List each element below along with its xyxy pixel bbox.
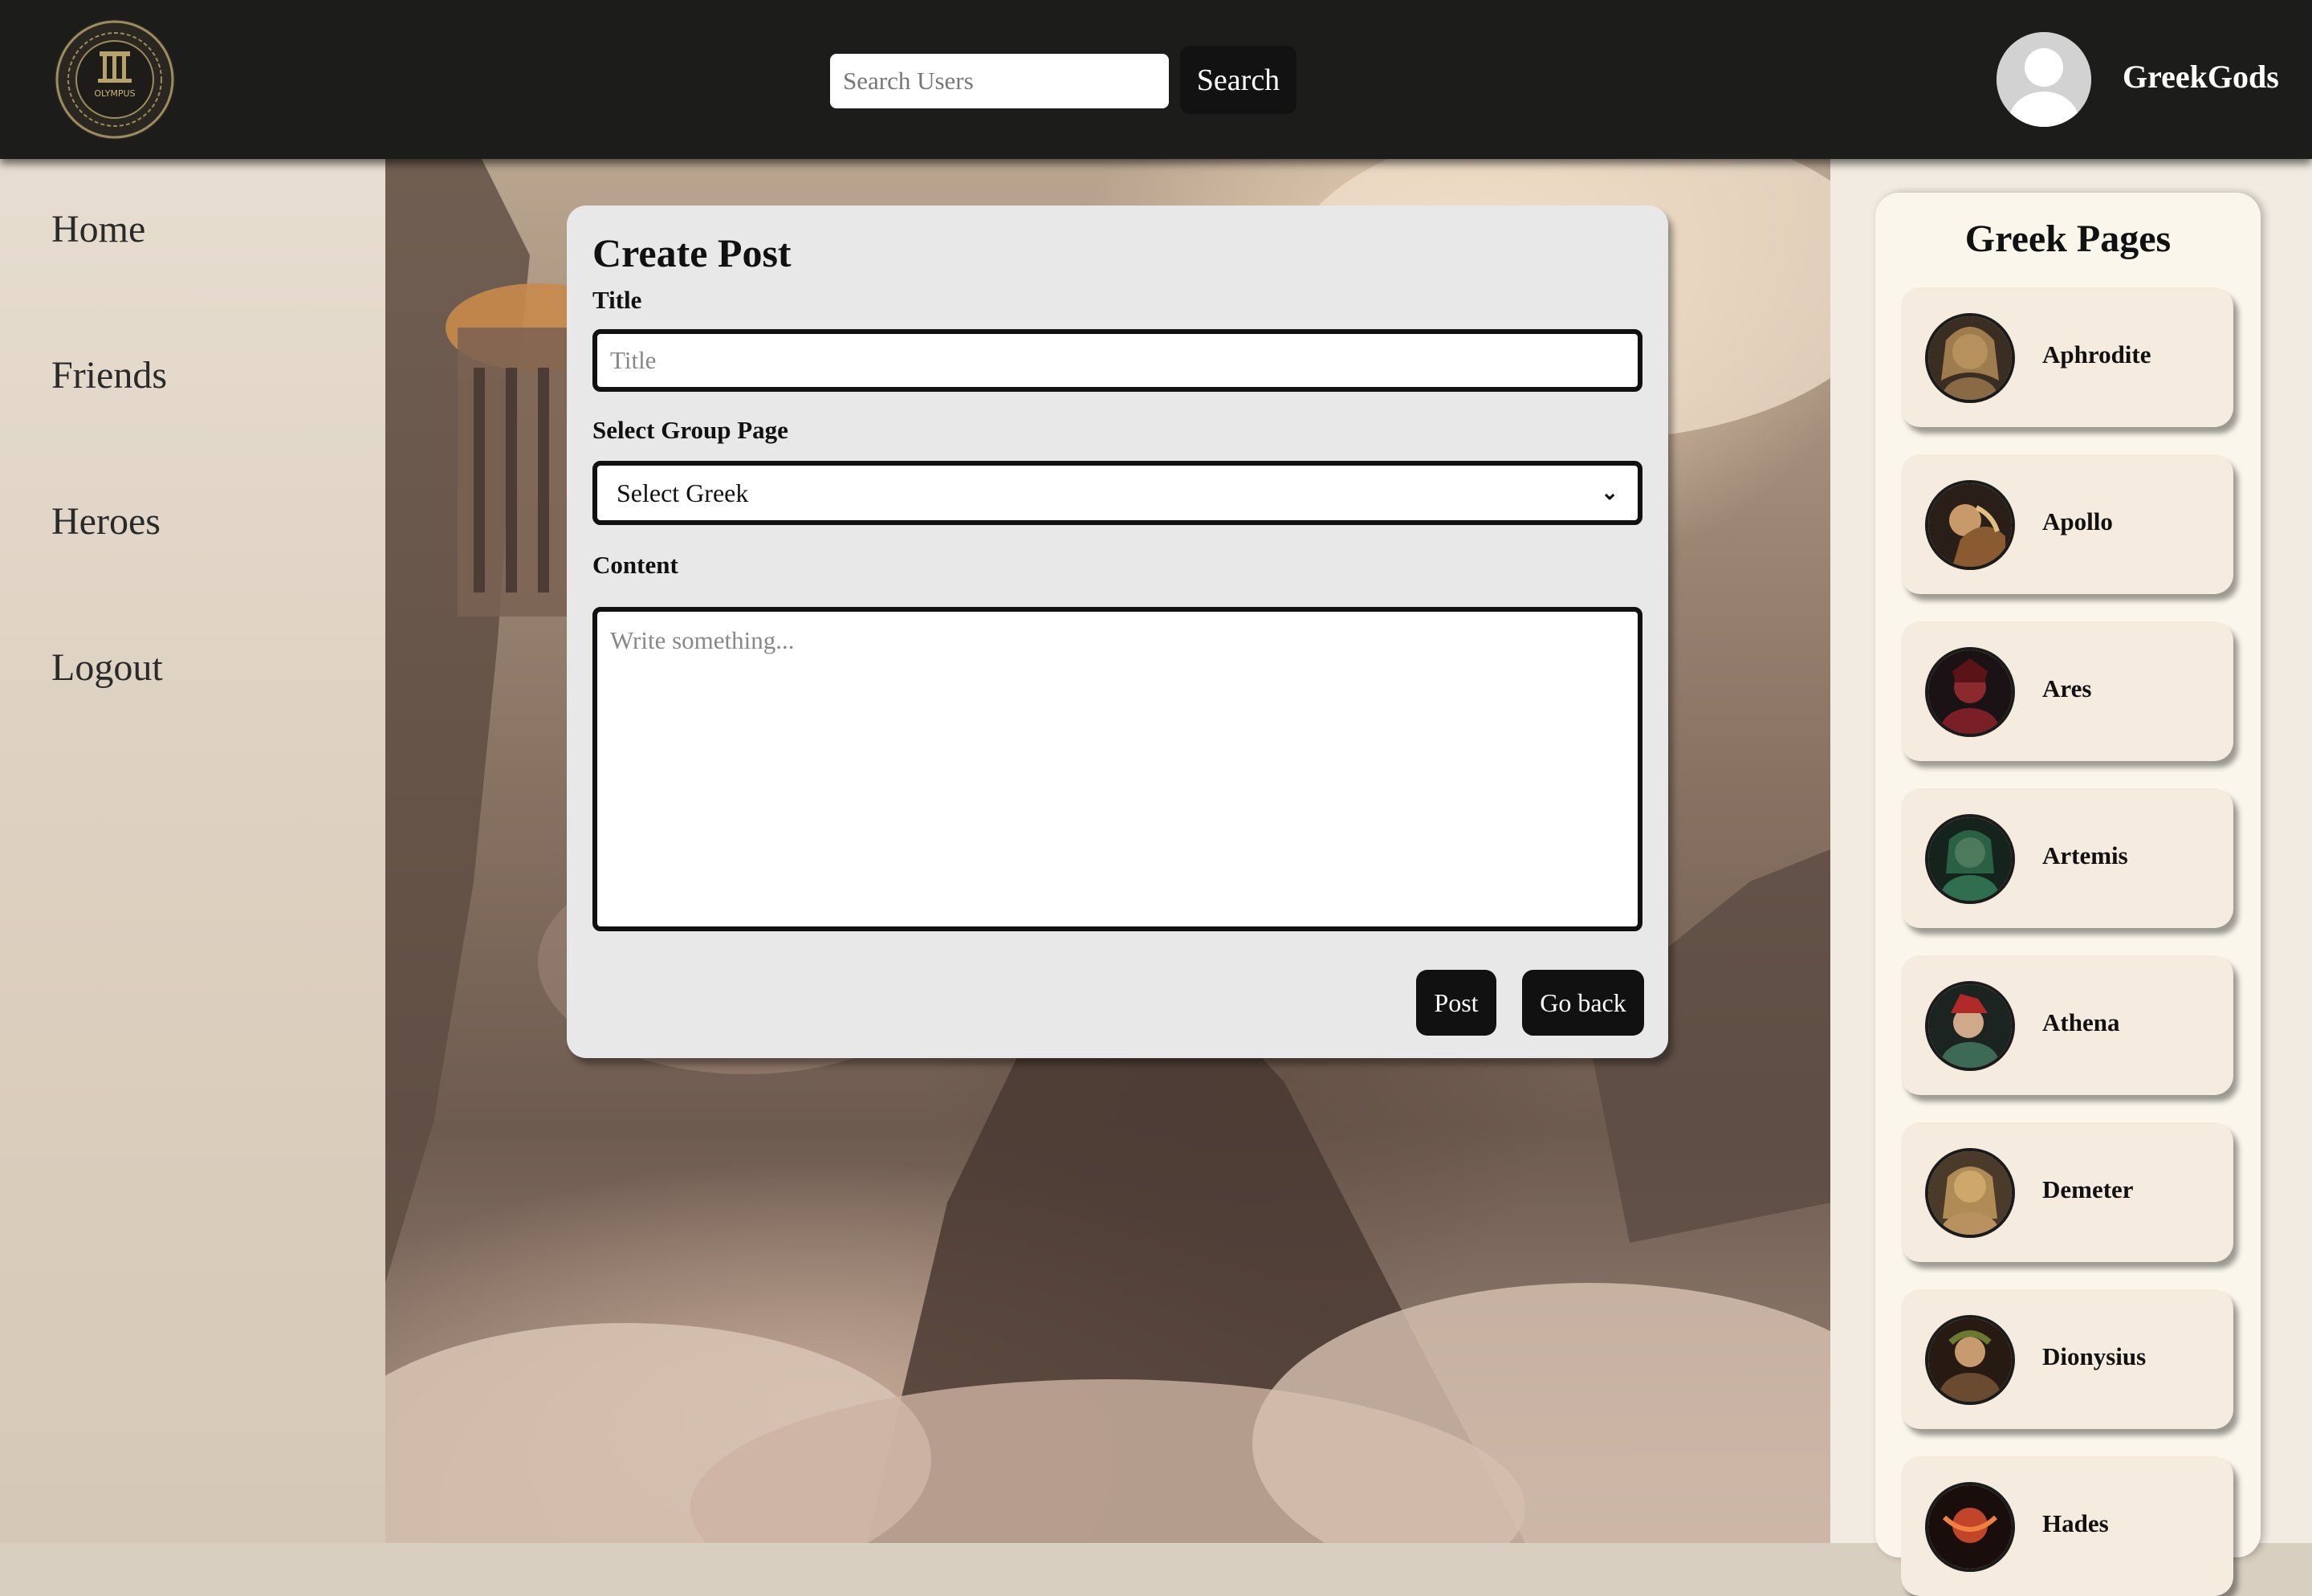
artemis-avatar: [1925, 814, 2015, 904]
sidebar-item-home[interactable]: Home: [51, 207, 145, 251]
logo-text: OLYMPUS: [94, 88, 135, 99]
content-textarea[interactable]: [592, 607, 1642, 931]
chevron-down-icon: ⌄: [1601, 481, 1618, 504]
greek-page-item-apollo[interactable]: Apollo: [1901, 454, 2233, 594]
greek-page-item-ares[interactable]: Ares: [1901, 621, 2233, 761]
user-avatar[interactable]: [1997, 32, 2091, 127]
title-input[interactable]: [592, 329, 1642, 392]
greek-pages-panel: Greek Pages Aphrodite Apollo Ares Artemi…: [1875, 193, 2261, 1596]
hades-avatar: [1925, 1482, 2015, 1572]
sidebar-item-logout[interactable]: Logout: [51, 645, 163, 690]
ares-avatar: [1925, 647, 2015, 737]
create-post-heading: Create Post: [592, 230, 792, 275]
greek-page-name: Demeter: [2042, 1175, 2134, 1203]
greek-page-name: Hades: [2042, 1509, 2109, 1537]
top-bar: OLYMPUS Search GreekGods: [0, 0, 2312, 159]
user-placeholder-icon: [1997, 32, 2091, 127]
greek-page-item-demeter[interactable]: Demeter: [1901, 1122, 2233, 1262]
sidebar-item-heroes[interactable]: Heroes: [51, 499, 161, 544]
greek-page-name: Aphrodite: [2042, 340, 2151, 368]
username[interactable]: GreekGods: [2123, 58, 2279, 96]
group-page-selected-value: Select Greek: [617, 478, 749, 507]
dionysius-avatar: [1925, 1315, 2015, 1405]
greek-page-item-dionysius[interactable]: Dionysius: [1901, 1289, 2233, 1429]
demeter-avatar: [1925, 1148, 2015, 1238]
greek-page-item-aphrodite[interactable]: Aphrodite: [1901, 287, 2233, 427]
apollo-avatar: [1925, 480, 2015, 570]
greek-page-name: Apollo: [2042, 507, 2113, 535]
greek-pages-title: Greek Pages: [1964, 218, 2172, 260]
sidebar-item-friends[interactable]: Friends: [51, 353, 167, 397]
greek-page-name: Dionysius: [2042, 1342, 2147, 1370]
group-page-select[interactable]: Select Greek ⌄: [592, 461, 1642, 525]
greek-page-item-artemis[interactable]: Artemis: [1901, 788, 2233, 928]
left-sidebar: Home Friends Heroes Logout: [0, 159, 385, 1543]
group-page-label: Select Group Page: [592, 416, 788, 444]
create-post-card: Create Post Title Select Group Page Sele…: [567, 206, 1668, 1058]
search-button[interactable]: Search: [1180, 46, 1296, 114]
greek-page-item-hades[interactable]: Hades: [1901, 1456, 2233, 1596]
greek-page-name: Athena: [2042, 1008, 2120, 1036]
content-label: Content: [592, 551, 678, 579]
olympus-logo[interactable]: OLYMPUS: [55, 19, 175, 140]
search-users-input[interactable]: [830, 54, 1169, 108]
title-label: Title: [592, 286, 642, 314]
greek-page-name: Artemis: [2042, 841, 2128, 869]
athena-avatar: [1925, 981, 2015, 1071]
aphrodite-avatar: [1925, 313, 2015, 403]
greek-page-name: Ares: [2042, 674, 2092, 702]
post-button[interactable]: Post: [1416, 970, 1496, 1036]
go-back-button[interactable]: Go back: [1522, 970, 1644, 1036]
greek-page-item-athena[interactable]: Athena: [1901, 955, 2233, 1095]
